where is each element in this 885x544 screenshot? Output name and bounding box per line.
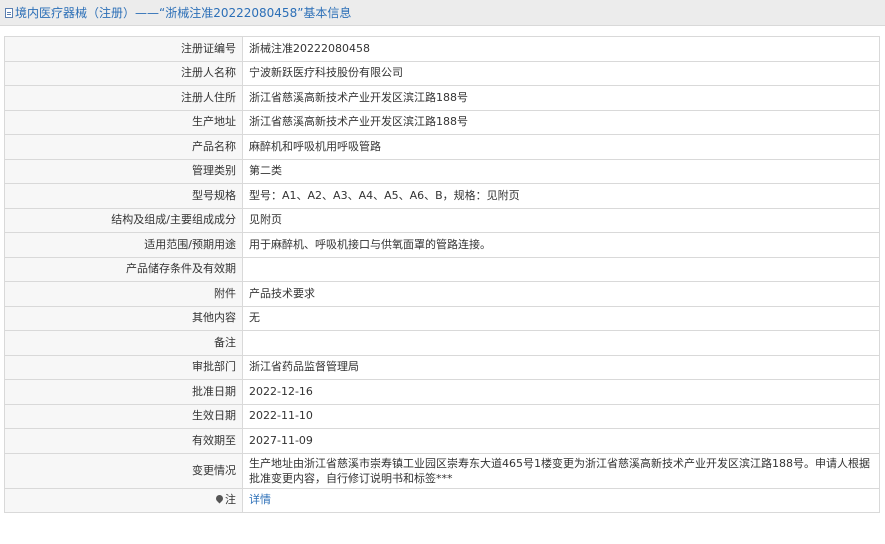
table-row: 注册人住所 浙江省慈溪高新技术产业开发区滨江路188号	[4, 85, 880, 111]
row-label: 适用范围/预期用途	[4, 232, 243, 258]
row-value: 浙江省药品监督管理局	[242, 354, 880, 380]
details-link[interactable]: 详情	[249, 493, 271, 506]
row-value: 麻醉机和呼吸机用呼吸管路	[242, 134, 880, 160]
row-value	[242, 330, 880, 356]
table-row: 生效日期 2022-11-10	[4, 403, 880, 429]
row-value: 浙械注准20222080458	[242, 36, 880, 62]
row-label: 注册人名称	[4, 60, 243, 86]
info-table: 注册证编号 浙械注准20222080458 注册人名称 宁波新跃医疗科技股份有限…	[4, 36, 880, 513]
row-label: 产品储存条件及有效期	[4, 256, 243, 282]
row-value: 2022-12-16	[242, 379, 880, 405]
table-row: 生产地址 浙江省慈溪高新技术产业开发区滨江路188号	[4, 109, 880, 135]
row-value: 用于麻醉机、呼吸机接口与供氧面罩的管路连接。	[242, 232, 880, 258]
row-label: 注册证编号	[4, 36, 243, 62]
row-value: 浙江省慈溪高新技术产业开发区滨江路188号	[242, 109, 880, 135]
row-value: 第二类	[242, 158, 880, 184]
row-value: 产品技术要求	[242, 281, 880, 307]
table-row: 变更情况 生产地址由浙江省慈溪市崇寿镇工业园区崇寿东大道465号1楼变更为浙江省…	[4, 452, 880, 489]
table-row: 审批部门 浙江省药品监督管理局	[4, 354, 880, 380]
table-row: 有效期至 2027-11-09	[4, 428, 880, 454]
row-value: 生产地址由浙江省慈溪市崇寿镇工业园区崇寿东大道465号1楼变更为浙江省慈溪高新技…	[242, 452, 880, 489]
row-value: 浙江省慈溪高新技术产业开发区滨江路188号	[242, 85, 880, 111]
row-label: 生产地址	[4, 109, 243, 135]
note-label-cell: 注	[4, 487, 243, 513]
table-row: 附件 产品技术要求	[4, 281, 880, 307]
row-value: 2022-11-10	[242, 403, 880, 429]
row-label: 批准日期	[4, 379, 243, 405]
table-row: 结构及组成/主要组成成分 见附页	[4, 207, 880, 233]
row-label: 生效日期	[4, 403, 243, 429]
row-label: 结构及组成/主要组成成分	[4, 207, 243, 233]
row-label: 变更情况	[4, 452, 243, 489]
row-label: 审批部门	[4, 354, 243, 380]
table-row: 产品名称 麻醉机和呼吸机用呼吸管路	[4, 134, 880, 160]
row-label: 注册人住所	[4, 85, 243, 111]
row-label: 附件	[4, 281, 243, 307]
row-label: 管理类别	[4, 158, 243, 184]
row-value: 宁波新跃医疗科技股份有限公司	[242, 60, 880, 86]
table-row: 其他内容 无	[4, 305, 880, 331]
page-title: 境内医疗器械（注册）——“浙械注准20222080458”基本信息	[15, 6, 352, 20]
table-row: 型号规格 型号：A1、A2、A3、A4、A5、A6、B，规格：见附页	[4, 183, 880, 209]
pin-icon	[214, 493, 225, 504]
row-label: 型号规格	[4, 183, 243, 209]
note-label: 注	[225, 493, 236, 507]
row-value: 无	[242, 305, 880, 331]
row-label: 产品名称	[4, 134, 243, 160]
table-row: 注册证编号 浙械注准20222080458	[4, 36, 880, 62]
page-header: 境内医疗器械（注册）——“浙械注准20222080458”基本信息	[0, 0, 885, 26]
table-row: 管理类别 第二类	[4, 158, 880, 184]
table-row: 适用范围/预期用途 用于麻醉机、呼吸机接口与供氧面罩的管路连接。	[4, 232, 880, 258]
table-row: 批准日期 2022-12-16	[4, 379, 880, 405]
table-row: 产品储存条件及有效期	[4, 256, 880, 282]
row-label: 有效期至	[4, 428, 243, 454]
table-row: 注册人名称 宁波新跃医疗科技股份有限公司	[4, 60, 880, 86]
document-icon	[5, 7, 13, 18]
table-row: 备注	[4, 330, 880, 356]
table-row-note: 注 详情	[4, 487, 880, 513]
note-value-cell: 详情	[242, 487, 880, 513]
row-value: 2027-11-09	[242, 428, 880, 454]
row-value: 型号：A1、A2、A3、A4、A5、A6、B，规格：见附页	[242, 183, 880, 209]
row-label: 备注	[4, 330, 243, 356]
row-value: 见附页	[242, 207, 880, 233]
row-value	[242, 256, 880, 282]
row-label: 其他内容	[4, 305, 243, 331]
